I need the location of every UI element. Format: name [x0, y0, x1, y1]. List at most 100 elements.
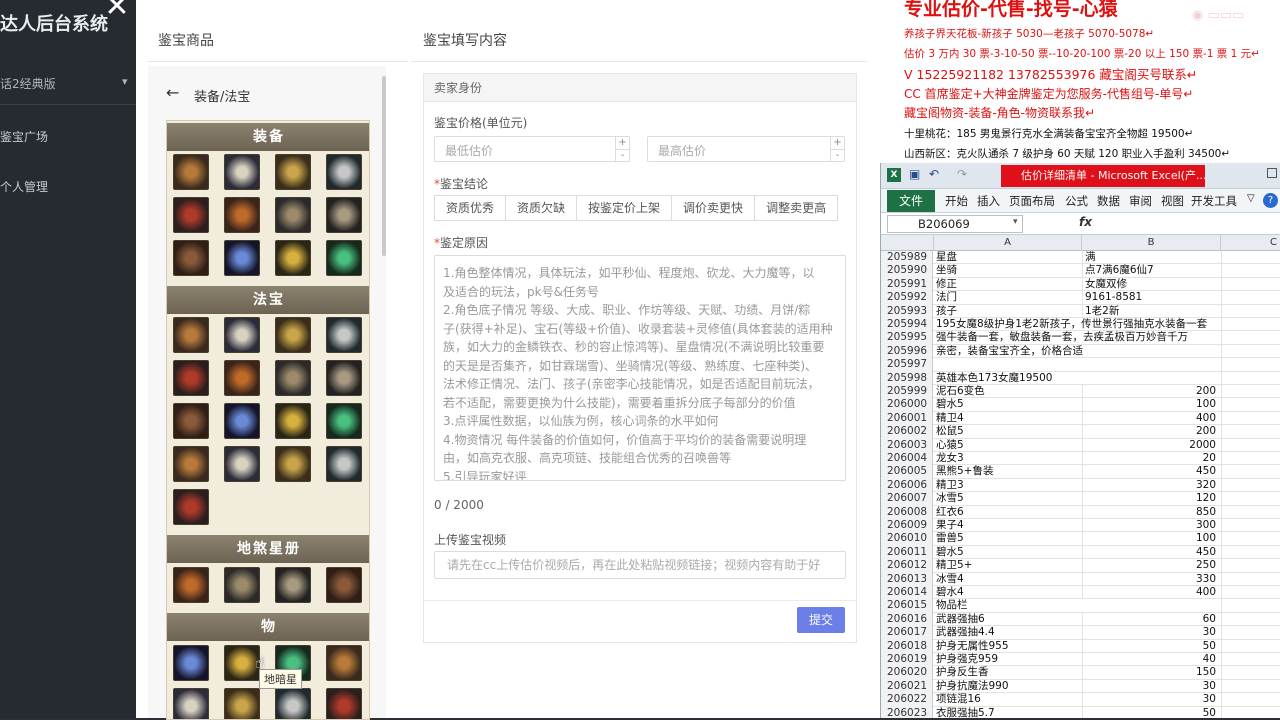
cell-b[interactable]: 400 [1082, 411, 1220, 426]
cell-a[interactable]: 碧水5 [934, 546, 1082, 559]
cell-a[interactable]: 星盘 [934, 251, 1082, 264]
cell-c[interactable] [1221, 679, 1280, 694]
row-number[interactable]: 206002 [881, 425, 933, 439]
min-price-input[interactable]: 最低估价 + - [434, 136, 630, 162]
option-adjust-faster[interactable]: 调价卖更快 [671, 195, 756, 221]
row-number[interactable]: 206016 [881, 612, 933, 627]
row-number[interactable]: 205996 [881, 344, 933, 359]
video-link-input[interactable]: 请先在cc上传估价视频后，再在此处粘贴视频链接；视频内容有助于好 [434, 551, 846, 579]
cell-a[interactable]: 精卫5+ [934, 559, 1082, 572]
item-icon[interactable] [173, 403, 209, 439]
corner-cell[interactable] [881, 235, 934, 251]
table-row[interactable]: 206020 护身反生香 150 [881, 666, 1280, 680]
cell-b[interactable]: 20 [1082, 452, 1220, 466]
cell-a[interactable]: 坐骑 [934, 264, 1082, 277]
row-number[interactable]: 206008 [881, 505, 933, 519]
item-icon[interactable] [275, 403, 311, 439]
item-icon[interactable] [224, 446, 260, 482]
cell-c[interactable] [1221, 545, 1280, 560]
cell-b[interactable]: 100 [1082, 398, 1220, 412]
item-icon[interactable] [326, 317, 362, 353]
item-icon[interactable] [326, 688, 362, 719]
max-price-input[interactable]: 最高估价 + - [647, 136, 845, 162]
cell-c[interactable] [1221, 425, 1280, 439]
row-number[interactable]: 206012 [881, 559, 933, 573]
cell-c[interactable] [1221, 639, 1280, 653]
cell-a[interactable]: 精卫4 [934, 412, 1082, 425]
tab-insert[interactable]: 插入 [977, 193, 1000, 209]
item-icon[interactable] [275, 688, 311, 719]
table-row[interactable]: 206011 碧水5 450 [881, 545, 1280, 560]
table-row[interactable]: 205990 坐骑 点7满6魔6仙7 [881, 264, 1280, 278]
scrollbar[interactable] [382, 76, 386, 256]
category-star-book[interactable]: 地煞星册 [167, 535, 369, 563]
cell-c[interactable] [1221, 385, 1280, 399]
cell-b[interactable]: 9161-8581 [1082, 291, 1220, 305]
cell-c[interactable] [1221, 264, 1280, 278]
cell-a[interactable]: 碧水5 [934, 398, 1082, 411]
item-icon[interactable] [275, 567, 311, 603]
table-row[interactable]: 205989 星盘满 [881, 251, 1280, 265]
table-row[interactable]: 206012 精卫5+ 250 [881, 559, 1280, 573]
cell-a[interactable]: 泥石6变色 [934, 385, 1082, 398]
item-icon[interactable] [326, 360, 362, 396]
table-row[interactable]: 206007 冰雪5 120 [881, 492, 1280, 506]
cell-c[interactable] [1221, 411, 1280, 426]
increment-icon[interactable]: + [830, 137, 844, 149]
row-number[interactable]: 205997 [881, 358, 933, 372]
item-icon[interactable] [173, 567, 209, 603]
cell-c[interactable] [1221, 371, 1280, 385]
table-row[interactable]: 205993 孩子 1老2新 [881, 304, 1280, 318]
table-row[interactable]: 206008 红衣6 850 [881, 505, 1280, 519]
table-row[interactable]: 206016 武器强抽6 60 [881, 612, 1280, 627]
table-row[interactable]: 206013 冰雪4 330 [881, 572, 1280, 586]
cell-c[interactable] [1221, 398, 1280, 412]
cell-a[interactable]: 果子4 [934, 519, 1082, 532]
tab-data[interactable]: 数据 [1097, 193, 1120, 209]
table-row[interactable]: 205994 195女魔8级护身1老2新孩子，传世景行强抽克水装备一套 [881, 318, 1280, 332]
table-row[interactable]: 206015 物品栏 [881, 599, 1280, 613]
item-icon[interactable] [326, 567, 362, 603]
cell-c[interactable] [1221, 572, 1280, 586]
row-number[interactable]: 206014 [881, 586, 933, 600]
table-row[interactable]: 206003 心猿5 2000 [881, 438, 1280, 452]
cell-c[interactable] [1221, 519, 1280, 533]
item-icon[interactable] [275, 360, 311, 396]
cell-a[interactable]: 英雄本色173女魔19500 [934, 372, 1082, 385]
cell-b[interactable]: 450 [1082, 465, 1220, 479]
sidebar-item-square[interactable]: 鉴宝广场 [0, 128, 48, 145]
cell-a[interactable]: 物品栏 [934, 599, 1082, 612]
table-row[interactable]: 206021 护身抗魔法990 30 [881, 679, 1280, 694]
version-selector[interactable]: 话2经典版 [0, 75, 56, 92]
table-row[interactable]: 205999 泥石6变色 200 [881, 385, 1280, 399]
cell-c[interactable] [1221, 693, 1280, 707]
item-icon[interactable] [224, 197, 260, 233]
decrement-icon[interactable]: - [615, 149, 629, 161]
cell-b[interactable]: 30 [1082, 626, 1220, 640]
table-row[interactable]: 206006 精卫3 320 [881, 478, 1280, 493]
tab-developer[interactable]: 开发工具 [1191, 193, 1237, 209]
table-row[interactable]: 206009 果子4 300 [881, 519, 1280, 533]
cell-c[interactable] [1221, 304, 1280, 318]
cell-c[interactable] [1221, 559, 1280, 573]
cell-c[interactable] [1221, 666, 1280, 680]
save-icon[interactable]: ▣ [909, 167, 920, 181]
table-row[interactable]: 205996 亲密，装备宝宝齐全，价格合适 [881, 344, 1280, 359]
item-icon[interactable] [224, 360, 260, 396]
cell-b[interactable]: 850 [1082, 505, 1220, 519]
row-number[interactable]: 206017 [881, 626, 933, 640]
category-items[interactable]: 物 [167, 613, 369, 641]
table-row[interactable]: 205992 法门 9161-8581 [881, 291, 1280, 305]
row-number[interactable]: 206020 [881, 666, 933, 680]
cell-b[interactable]: 150 [1082, 666, 1220, 680]
item-icon[interactable] [224, 567, 260, 603]
row-number[interactable]: 205989 [881, 251, 933, 265]
close-icon[interactable]: ✕ [100, 0, 134, 26]
cell-c[interactable] [1221, 318, 1280, 332]
undo-icon[interactable]: ↶ [929, 167, 939, 181]
cell-c[interactable] [1221, 452, 1280, 466]
cell-b[interactable]: 200 [1082, 385, 1220, 399]
cell-c[interactable] [1221, 706, 1280, 718]
row-number[interactable]: 206021 [881, 679, 933, 694]
cell-b[interactable]: 450 [1082, 545, 1220, 560]
